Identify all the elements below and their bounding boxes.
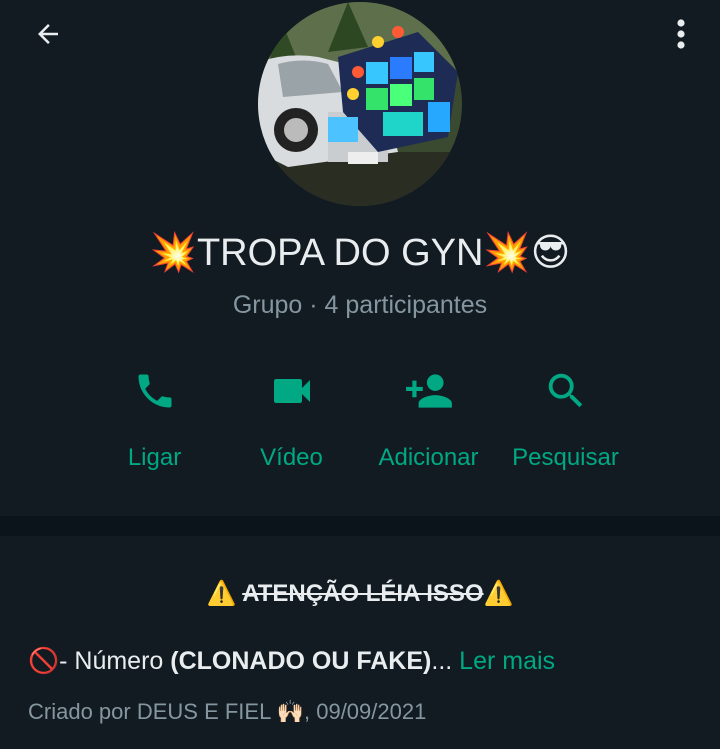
more-options-button[interactable] — [664, 12, 698, 56]
description-bold: (CLONADO OU FAKE) — [170, 647, 432, 675]
group-subtitle: Grupo · 4 participantes — [232, 291, 488, 319]
search-icon — [548, 373, 582, 408]
person-add-icon — [405, 374, 452, 408]
group-name: TROPA DO GYN — [196, 232, 484, 274]
group-description[interactable]: ⚠️ ATENÇÃO LÉIA ISSO⚠️ 🚫- Número (CLONAD… — [0, 536, 720, 749]
title-suffix-emoji: 💥😎 — [483, 230, 571, 274]
title-prefix-emoji: 💥 — [149, 230, 197, 274]
call-label: Ligar — [127, 444, 182, 471]
group-info-header: 💥TROPA DO GYN💥😎 Grupo · 4 participantes … — [0, 0, 720, 516]
search-button[interactable]: Pesquisar — [497, 360, 634, 480]
phone-icon — [138, 374, 171, 408]
warning-prefix-emoji: ⚠️ — [206, 579, 237, 607]
group-photo-image — [258, 2, 462, 206]
description-prefix: 🚫- Número — [28, 647, 171, 675]
call-button[interactable]: Ligar — [86, 360, 223, 480]
more-vert-icon — [677, 19, 685, 49]
warning-suffix-emoji: ⚠️ — [483, 579, 514, 607]
arrow-left-icon — [38, 24, 58, 44]
add-participant-button[interactable]: Adicionar — [360, 360, 497, 480]
created-by-info: Criado por DEUS E FIEL 🙌🏻, 09/09/2021 — [28, 699, 427, 724]
description-warning: ⚠️ ATENÇÃO LÉIA ISSO⚠️ — [0, 576, 720, 611]
description-preview: 🚫- Número (CLONADO OU FAKE)... Ler mais — [28, 644, 555, 678]
group-avatar[interactable] — [258, 2, 462, 206]
video-label: Vídeo — [260, 444, 323, 471]
section-divider — [0, 516, 720, 536]
back-button[interactable] — [28, 14, 68, 54]
video-call-button[interactable]: Vídeo — [223, 360, 360, 480]
add-label: Adicionar — [378, 444, 479, 471]
videocam-icon — [273, 379, 310, 403]
description-ellipsis: ... — [431, 647, 453, 675]
action-bar: Ligar Vídeo Adicionar Pesquisar — [0, 360, 720, 480]
warning-text: ATENÇÃO LÉIA ISSO — [242, 580, 484, 607]
group-title[interactable]: 💥TROPA DO GYN💥😎 — [0, 226, 720, 279]
search-label: Pesquisar — [512, 444, 619, 471]
read-more-link[interactable]: Ler mais — [459, 647, 555, 675]
